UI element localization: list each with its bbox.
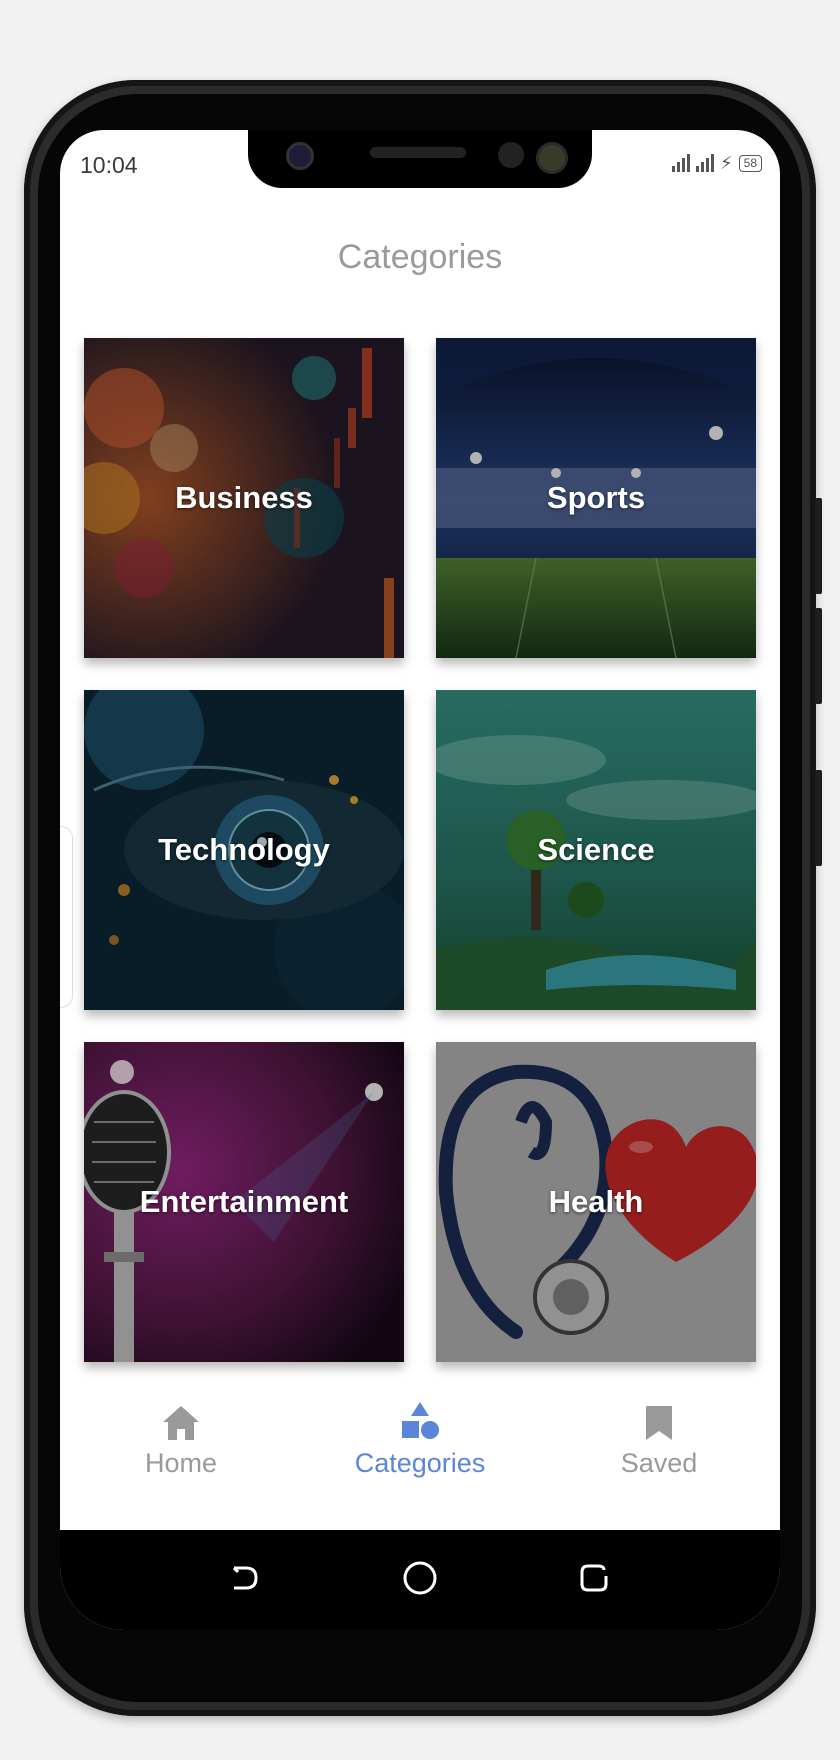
category-label: Sports [546, 480, 646, 515]
nav-home-label: Home [144, 1448, 218, 1478]
bottom-navigation: Home Categories Saved [60, 1398, 780, 1528]
display-notch [248, 130, 592, 188]
signal-icon-2 [696, 154, 714, 172]
category-label: Business [175, 480, 313, 515]
charging-icon: ⚡ [720, 153, 733, 173]
edge-panel-handle[interactable] [60, 826, 73, 1008]
category-label: Technology [158, 832, 330, 867]
category-tile-entertainment[interactable]: Entertainment [84, 1042, 404, 1362]
home-circle-icon[interactable] [402, 1560, 438, 1596]
sensor-icon [498, 142, 524, 168]
nav-categories[interactable]: Categories [320, 1398, 520, 1479]
back-icon[interactable] [228, 1562, 260, 1594]
category-label: Entertainment [139, 1184, 349, 1219]
category-tile-sports[interactable]: Sports [436, 338, 756, 658]
status-icons: ⚡ 58 [672, 154, 762, 172]
signal-icon [672, 154, 690, 172]
front-camera-icon [286, 142, 314, 170]
nav-home[interactable]: Home [81, 1398, 281, 1479]
bookmark-icon [559, 1398, 759, 1442]
battery-icon: 58 [738, 155, 762, 172]
home-icon [81, 1398, 281, 1442]
category-tile-technology[interactable]: Technology [84, 690, 404, 1010]
power-button [815, 770, 822, 866]
category-label: Health [548, 1184, 644, 1219]
recents-icon[interactable] [578, 1562, 610, 1594]
category-label: Science [537, 832, 655, 867]
categories-icon [320, 1398, 520, 1442]
system-navigation-bar [60, 1530, 780, 1630]
category-tile-health[interactable]: Health [436, 1042, 756, 1362]
volume-up-button [815, 498, 822, 594]
secondary-camera-icon [536, 142, 568, 174]
category-tile-business[interactable]: Business [84, 338, 404, 658]
nav-saved[interactable]: Saved [559, 1398, 759, 1479]
nav-categories-label: Categories [354, 1448, 486, 1478]
status-time: 10:04 [80, 152, 138, 178]
category-tile-science[interactable]: Science [436, 690, 756, 1010]
nav-saved-label: Saved [620, 1448, 698, 1478]
page-title: Categories [337, 238, 503, 276]
volume-down-button [815, 608, 822, 704]
earpiece-speaker [370, 147, 466, 158]
app-screen: 10:04 ⚡ 58 Categories Business Sports Te… [60, 130, 780, 1630]
